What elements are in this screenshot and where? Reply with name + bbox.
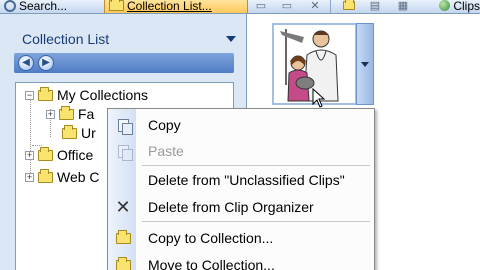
toolbar: Search... Collection List... ▭ ▭ ✕ ▤ ▦ C…	[0, 0, 480, 14]
pane-header: Collection List	[12, 28, 242, 50]
pane-title: Collection List	[22, 31, 110, 47]
tree-line	[30, 99, 31, 179]
forward-icon[interactable]: ▶	[38, 55, 54, 71]
tree-item-label: Office	[57, 147, 94, 163]
tree-item-label: My Collections	[57, 87, 149, 103]
search-button-label: Search...	[19, 0, 68, 13]
expand-icon[interactable]: +	[25, 150, 34, 160]
copy-to-collection-icon	[108, 229, 138, 244]
delete-toolbar-icon[interactable]: ✕	[306, 0, 324, 12]
paste-icon	[108, 144, 138, 161]
menu-separator	[142, 221, 370, 222]
menu-separator	[142, 165, 370, 166]
folder-icon	[38, 146, 53, 161]
menu-item-label: Delete from Clip Organizer	[148, 199, 314, 215]
folder-icon	[38, 168, 53, 183]
chevron-down-icon	[361, 61, 369, 67]
toolbar-separator	[330, 0, 331, 13]
clips-online-button[interactable]: Clips	[439, 0, 480, 13]
clip-dropdown-button[interactable]	[356, 23, 374, 105]
menu-item-label: Copy to Collection...	[148, 230, 274, 246]
mouse-cursor-icon	[312, 88, 326, 108]
collapse-icon[interactable]: −	[25, 90, 34, 100]
collection-list-button[interactable]: Collection List...	[104, 0, 248, 13]
details-view-icon[interactable]: ▦	[394, 0, 412, 12]
menu-item-delete-from-clip-organizer[interactable]: ✕ Delete from Clip Organizer	[108, 194, 374, 220]
menu-item-copy-to-collection[interactable]: Copy to Collection...	[108, 225, 374, 251]
search-button[interactable]: Search...	[4, 0, 68, 13]
paste-toolbar-icon[interactable]: ▭	[278, 0, 296, 12]
folder-icon	[59, 105, 74, 120]
tree-item-web-collections[interactable]: + Web C	[25, 168, 100, 186]
collection-toolbar-icon[interactable]	[340, 0, 358, 12]
copy-toolbar-icon[interactable]: ▭	[252, 0, 270, 12]
menu-item-copy[interactable]: Copy	[108, 112, 374, 138]
tree-item-unclassified-clips[interactable]: Ur	[62, 124, 96, 142]
back-icon[interactable]: ◀	[18, 55, 34, 71]
folder-icon	[38, 86, 53, 101]
folder-icon	[62, 124, 77, 139]
menu-item-delete-from-collection[interactable]: Delete from "Unclassified Clips"	[108, 167, 374, 193]
expand-icon[interactable]: +	[25, 172, 34, 182]
tree-item-label: Web C	[57, 169, 100, 185]
pane-nav-bar: ◀ ▶	[14, 53, 234, 73]
tree-item-my-collections[interactable]: − My Collections	[25, 86, 148, 104]
delete-x-icon: ✕	[115, 196, 131, 217]
context-menu: Copy Paste Delete from "Unclassified Cli…	[107, 108, 375, 270]
menu-item-label: Delete from "Unclassified Clips"	[148, 172, 345, 188]
tree-item-label: Fa	[78, 106, 95, 122]
menu-item-paste[interactable]: Paste	[108, 138, 374, 164]
menu-item-label: Copy	[148, 117, 181, 133]
tree-item-office-collections[interactable]: + Office	[25, 146, 93, 164]
expand-icon[interactable]: +	[46, 109, 55, 119]
copy-icon	[108, 118, 138, 135]
menu-item-move-to-collection[interactable]: Move to Collection...	[108, 252, 374, 270]
menu-item-label: Paste	[148, 143, 184, 159]
move-to-collection-icon	[108, 256, 138, 270]
menu-item-label: Move to Collection...	[148, 257, 275, 270]
clips-online-label: Clips	[453, 0, 480, 13]
collection-list-button-label: Collection List...	[127, 0, 212, 13]
tree-item-label: Ur	[81, 125, 96, 141]
list-view-icon[interactable]: ▤	[366, 0, 384, 12]
pane-menu-dropdown-icon[interactable]	[226, 36, 236, 42]
tree-item-favorites[interactable]: + Fa	[46, 105, 94, 123]
search-icon	[4, 0, 16, 12]
globe-icon	[439, 0, 451, 11]
folder-icon	[109, 0, 124, 11]
